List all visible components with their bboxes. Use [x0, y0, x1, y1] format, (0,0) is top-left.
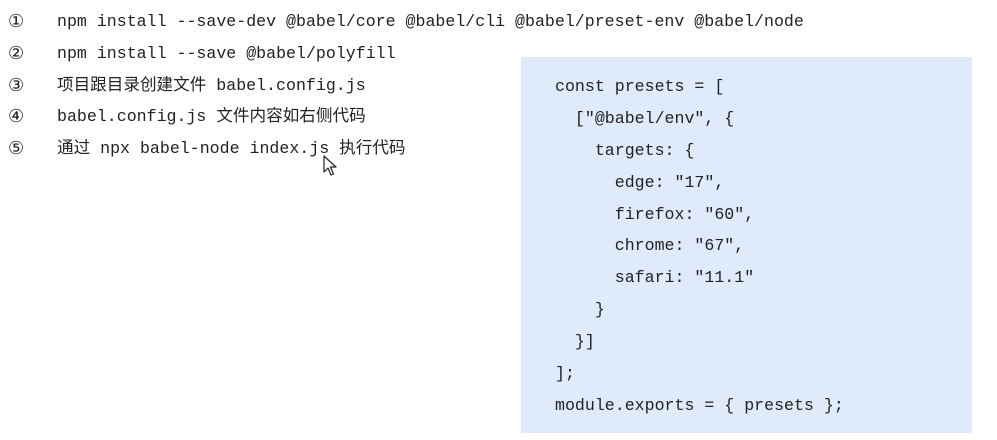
step-number: ④ [8, 106, 25, 127]
step-text: babel.config.js 文件内容如右侧代码 [57, 107, 366, 126]
step-number: ⑤ [8, 138, 25, 159]
step-number: ② [8, 43, 25, 64]
code-line: module.exports = { presets }; [555, 396, 844, 415]
step-text: 通过 npx babel-node index.js 执行代码 [57, 139, 406, 158]
code-line: edge: "17", [555, 173, 725, 192]
step-number: ③ [8, 75, 25, 96]
step-text: 项目跟目录创建文件 babel.config.js [57, 76, 366, 95]
code-line: ["@babel/env", { [555, 109, 735, 128]
code-line: ]; [555, 364, 575, 383]
step-text: npm install --save @babel/polyfill [57, 44, 396, 63]
code-line: const presets = [ [555, 77, 725, 96]
code-line: targets: { [555, 141, 695, 160]
code-panel: const presets = [ ["@babel/env", { targe… [521, 57, 972, 433]
mouse-pointer-icon [323, 155, 337, 176]
code-line: } [555, 300, 605, 319]
code-line: }] [555, 332, 595, 351]
step-number: ① [8, 11, 25, 32]
step-text: npm install --save-dev @babel/core @babe… [57, 12, 804, 31]
code-line: firefox: "60", [555, 205, 755, 224]
code-line: safari: "11.1" [555, 268, 755, 287]
code-line: chrome: "67", [555, 236, 745, 255]
